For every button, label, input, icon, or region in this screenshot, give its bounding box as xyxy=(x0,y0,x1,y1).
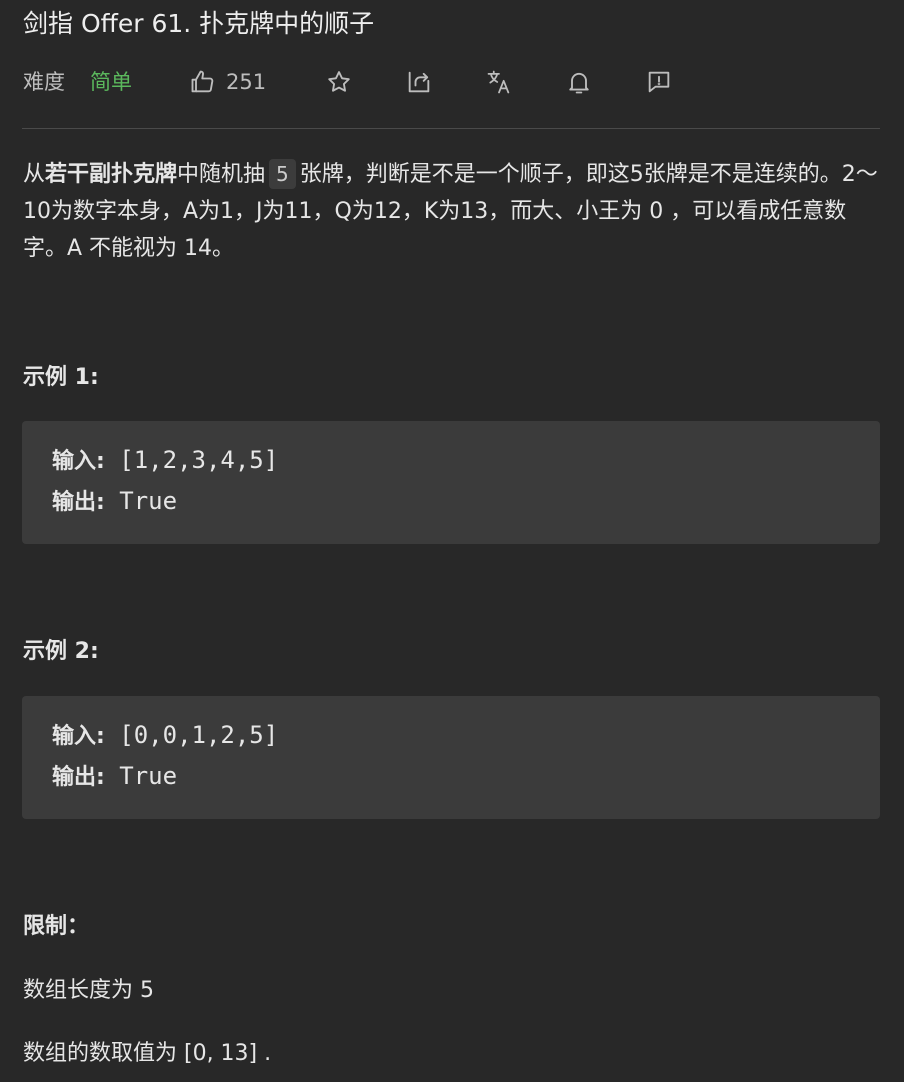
example-2-title: 示例 2: xyxy=(23,639,99,664)
limits-title: 限制： xyxy=(23,914,90,939)
notification-button[interactable] xyxy=(565,68,593,96)
difficulty-label: 难度 xyxy=(23,70,65,94)
problem-meta-bar: 难度 简单 251 xyxy=(23,64,883,100)
like-count: 251 xyxy=(226,70,267,94)
like-button[interactable]: 251 xyxy=(189,67,266,97)
example-2-input-line: 输入: [0,0,1,2,5] xyxy=(52,718,278,754)
difficulty-badge: 简单 xyxy=(90,70,132,94)
feedback-icon xyxy=(645,68,673,96)
description-text-2: 中随机抽 xyxy=(177,162,266,187)
example-2-output: True xyxy=(119,762,178,790)
header-divider xyxy=(22,128,880,129)
example-1-input-line: 输入: [1,2,3,4,5] xyxy=(52,443,278,479)
description-text-1: 从 xyxy=(23,162,46,187)
thumbs-up-icon xyxy=(189,68,217,96)
example-2-input: [0,0,1,2,5] xyxy=(119,721,279,749)
example-2-code-block: 输入: [0,0,1,2,5] 输出: True xyxy=(22,696,880,819)
example-1-output: True xyxy=(119,487,178,515)
output-label: 输出: xyxy=(52,490,105,515)
star-icon xyxy=(325,68,353,96)
inline-code: 5 xyxy=(269,159,296,189)
bell-icon xyxy=(565,68,593,96)
example-1-input: [1,2,3,4,5] xyxy=(119,446,279,474)
example-1-code-block: 输入: [1,2,3,4,5] 输出: True xyxy=(22,421,880,544)
limit-line-2: 数组的数取值为 [0, 13] . xyxy=(23,1041,272,1066)
input-label: 输入: xyxy=(52,449,105,474)
output-label: 输出: xyxy=(52,765,105,790)
problem-description: 从若干副扑克牌中随机抽 5 张牌，判断是不是一个顺子，即这5张牌是不是连续的。2～1… xyxy=(23,156,883,267)
favorite-button[interactable] xyxy=(325,68,353,96)
example-2-output-line: 输出: True xyxy=(52,759,177,795)
feedback-button[interactable] xyxy=(645,68,673,96)
share-button[interactable] xyxy=(405,68,433,96)
problem-page: 剑指 Offer 61. 扑克牌中的顺子 难度 简单 251 从若干副扑克牌中随… xyxy=(0,0,904,1082)
description-bold-text: 若干副扑克牌 xyxy=(45,162,178,187)
problem-title: 剑指 Offer 61. 扑克牌中的顺子 xyxy=(23,9,375,38)
example-1-output-line: 输出: True xyxy=(52,484,177,520)
share-icon xyxy=(405,68,433,96)
translate-button[interactable] xyxy=(485,68,513,96)
translate-icon xyxy=(485,68,513,96)
limit-line-1: 数组长度为 5 xyxy=(23,978,154,1003)
example-1-title: 示例 1: xyxy=(23,365,99,390)
input-label: 输入: xyxy=(52,724,105,749)
